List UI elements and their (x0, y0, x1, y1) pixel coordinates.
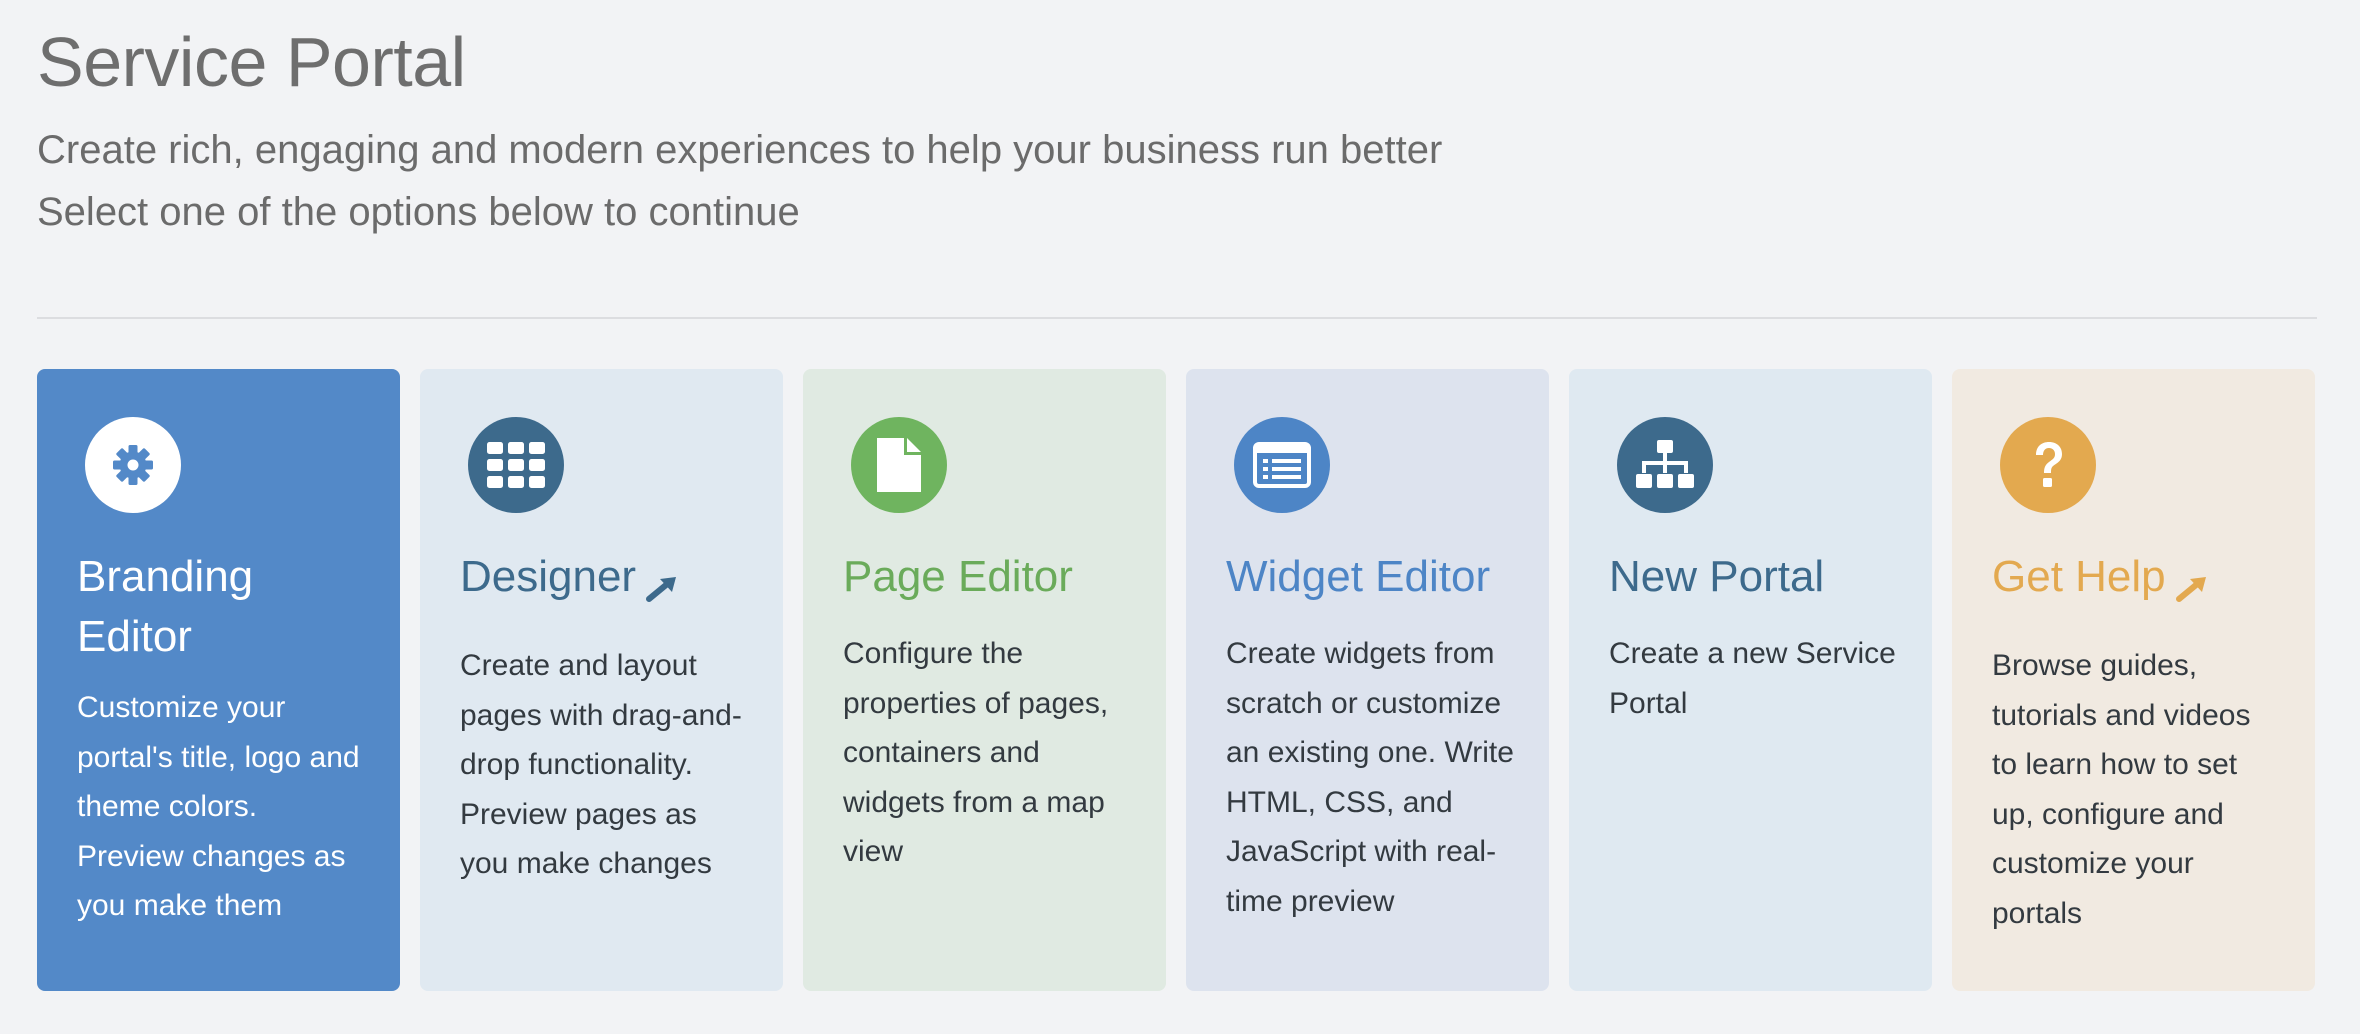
file-icon (851, 417, 947, 513)
question-icon (2000, 417, 2096, 513)
card-title-text: Widget Editor (1226, 552, 1491, 601)
option-cards: Branding Editor Customize your portal's … (37, 369, 2315, 991)
card-title: Designer (460, 547, 751, 619)
page-subtitle: Create rich, engaging and modern experie… (37, 128, 1443, 172)
card-title: Widget Editor (1226, 547, 1517, 607)
grid-icon (468, 417, 564, 513)
card-get-help[interactable]: Get Help Browse guides, tutorials and vi… (1952, 369, 2315, 991)
card-description: Create a new Service Portal (1609, 637, 1896, 720)
card-new-portal[interactable]: New Portal Create a new Service Portal (1569, 369, 1932, 991)
card-description: Browse guides, tutorials and videos to l… (1992, 649, 2251, 930)
list-alt-icon (1234, 417, 1330, 513)
external-link-icon (646, 559, 678, 619)
card-title: New Portal (1609, 547, 1900, 607)
external-link-icon (2175, 559, 2208, 619)
card-designer[interactable]: Designer Create and layout pages with dr… (420, 369, 783, 991)
card-branding-editor[interactable]: Branding Editor Customize your portal's … (37, 369, 400, 991)
card-title-text: New Portal (1609, 552, 1825, 601)
card-title-text: Get Help (1992, 552, 2166, 601)
card-title: Page Editor (843, 547, 1134, 607)
card-description: Create widgets from scratch or customize… (1226, 637, 1514, 918)
card-title: Get Help (1992, 547, 2283, 619)
card-title-text: Branding Editor (77, 552, 254, 661)
page-title: Service Portal (37, 23, 466, 101)
card-description: Configure the properties of pages, conta… (843, 637, 1109, 868)
card-page-editor[interactable]: Page Editor Configure the properties of … (803, 369, 1166, 991)
card-widget-editor[interactable]: Widget Editor Create widgets from scratc… (1186, 369, 1549, 991)
page-instructions: Select one of the options below to conti… (37, 190, 800, 234)
card-description: Customize your portal's title, logo and … (77, 691, 360, 922)
card-title-text: Designer (460, 552, 637, 601)
card-description: Create and layout pages with drag-and-dr… (460, 649, 742, 880)
card-title: Branding Editor (77, 547, 368, 667)
gear-icon (85, 417, 181, 513)
service-portal-page: Service Portal Create rich, engaging and… (0, 0, 2360, 1034)
sitemap-icon (1617, 417, 1713, 513)
card-title-text: Page Editor (843, 552, 1073, 601)
header-divider (37, 317, 2317, 319)
